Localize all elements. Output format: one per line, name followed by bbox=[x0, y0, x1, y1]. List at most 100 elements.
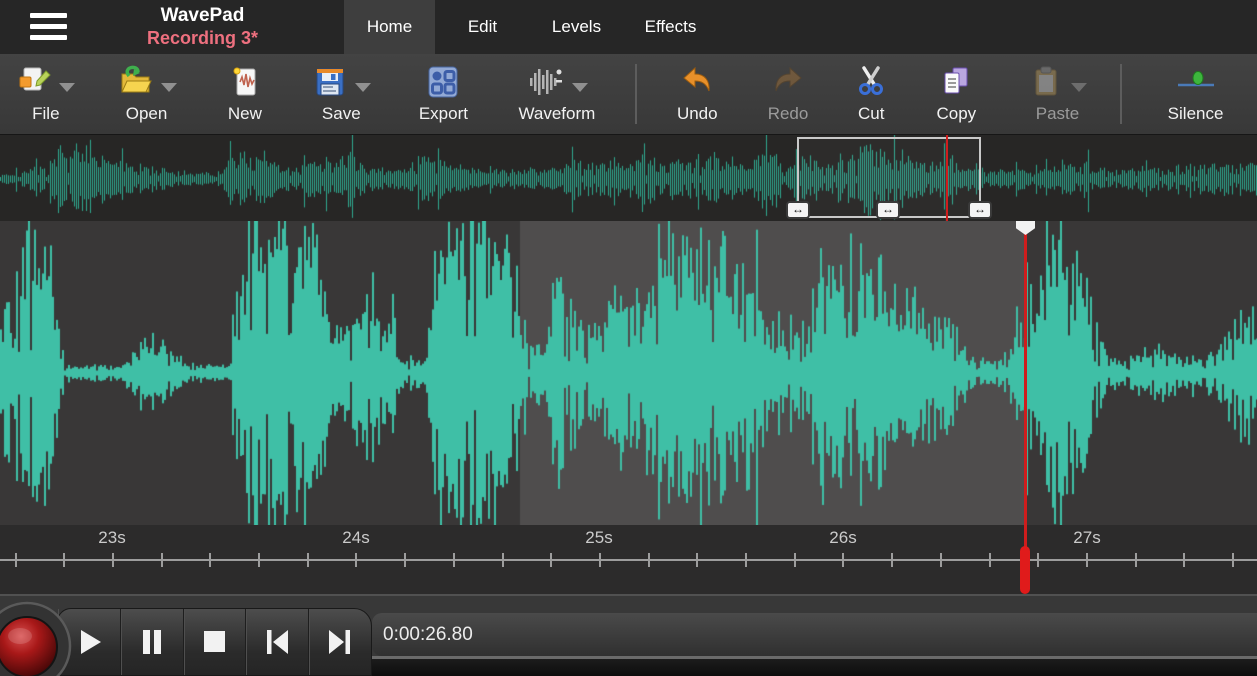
ruler-tick bbox=[306, 553, 309, 567]
skip-to-end-icon bbox=[329, 630, 351, 654]
overview-playhead bbox=[946, 135, 948, 222]
play-icon bbox=[80, 630, 101, 654]
overview-waveform[interactable] bbox=[0, 135, 1257, 222]
paste-button[interactable]: Paste bbox=[1001, 54, 1114, 134]
ruler-tick bbox=[1183, 553, 1186, 567]
skip-back-button[interactable] bbox=[246, 609, 310, 675]
ruler-tick bbox=[598, 553, 601, 567]
copy-icon bbox=[944, 67, 968, 94]
waveform-button[interactable]: Waveform bbox=[493, 54, 622, 134]
transport-bottom-strip bbox=[372, 659, 1257, 676]
undo-button[interactable]: Undo bbox=[649, 54, 745, 134]
redo-icon bbox=[775, 66, 802, 92]
ruler-tick bbox=[842, 553, 845, 567]
open-button[interactable]: Open bbox=[92, 54, 202, 134]
ruler-tick bbox=[258, 553, 260, 567]
toolbar-separator bbox=[635, 64, 638, 124]
new-file-icon bbox=[233, 67, 256, 96]
main-waveform[interactable] bbox=[0, 221, 1257, 525]
ruler-tick bbox=[696, 553, 699, 567]
time-label: 26s bbox=[829, 528, 857, 547]
ruler-tick bbox=[939, 553, 942, 567]
menu-icon[interactable] bbox=[30, 13, 67, 41]
selection-resize-handle[interactable]: ↔ bbox=[786, 201, 810, 219]
ruler-tick bbox=[404, 553, 407, 567]
undo-icon bbox=[683, 66, 710, 92]
tab-edit[interactable]: Edit bbox=[435, 0, 530, 54]
timeline-ruler[interactable]: 23s 24s 25s 26s 27s bbox=[0, 525, 1257, 596]
time-label: 25s bbox=[585, 528, 613, 547]
ruler-tick bbox=[14, 553, 17, 567]
tab-bar: Home Edit Levels Effects bbox=[344, 0, 718, 54]
ruler-line bbox=[0, 559, 1257, 561]
skip-to-start-icon bbox=[267, 630, 289, 654]
tab-levels[interactable]: Levels bbox=[530, 0, 623, 54]
tab-effects[interactable]: Effects bbox=[623, 0, 718, 54]
new-button[interactable]: New bbox=[201, 54, 288, 134]
ruler-tick bbox=[209, 553, 212, 567]
ruler-tick bbox=[452, 553, 455, 567]
transport-buttons bbox=[57, 608, 372, 676]
time-label: 24s bbox=[342, 528, 370, 547]
header-bar: WavePad Recording 3* Home Edit Levels Effec… bbox=[0, 0, 1257, 54]
record-icon bbox=[0, 601, 72, 676]
chevron-down-icon[interactable] bbox=[354, 82, 371, 92]
silence-icon bbox=[1177, 71, 1214, 87]
record-button[interactable] bbox=[0, 598, 75, 676]
stop-button[interactable] bbox=[184, 609, 247, 675]
time-display: 0:00:26.80 bbox=[383, 624, 473, 645]
file-icon bbox=[19, 67, 52, 91]
ruler-tick bbox=[988, 553, 991, 567]
ruler-tick bbox=[793, 553, 796, 567]
ruler-tick bbox=[160, 553, 163, 567]
chevron-down-icon[interactable] bbox=[59, 82, 76, 92]
save-button[interactable]: Save bbox=[288, 54, 394, 134]
ruler-tick bbox=[1232, 553, 1234, 567]
document-title: Recording 3* bbox=[146, 28, 259, 48]
chevron-down-icon[interactable] bbox=[572, 82, 589, 92]
silence-button[interactable]: Silence bbox=[1134, 54, 1257, 134]
ruler-tick bbox=[501, 553, 504, 567]
toolbar: File Open New Save Export Waveform Undo … bbox=[0, 54, 1257, 136]
paste-icon bbox=[1035, 66, 1057, 96]
skip-forward-button[interactable] bbox=[309, 609, 371, 675]
main-waveform-view bbox=[0, 221, 1257, 525]
copy-button[interactable]: Copy bbox=[912, 54, 1001, 134]
ruler-tick bbox=[63, 553, 66, 567]
playhead-line bbox=[1024, 231, 1027, 525]
export-button[interactable]: Export bbox=[394, 54, 492, 134]
ruler-tick bbox=[355, 553, 358, 567]
tab-home[interactable]: Home bbox=[344, 0, 435, 54]
ruler-tick bbox=[1134, 553, 1137, 567]
overview-strip: ↔ ↔ ↔ bbox=[0, 134, 1257, 222]
waveform-icon bbox=[530, 69, 563, 95]
ruler-tick bbox=[647, 553, 650, 567]
cut-button[interactable]: Cut bbox=[831, 54, 912, 134]
time-label: 23s bbox=[98, 528, 126, 547]
wavepad-window: WavePad Recording 3* Home Edit Levels Effec… bbox=[0, 0, 1257, 676]
chevron-down-icon[interactable] bbox=[161, 82, 178, 92]
stop-icon bbox=[204, 631, 226, 652]
selection-resize-handle[interactable]: ↔ bbox=[876, 201, 900, 219]
chevron-down-icon[interactable] bbox=[1070, 82, 1087, 92]
ruler-tick bbox=[1037, 553, 1040, 567]
open-folder-icon bbox=[121, 65, 152, 93]
title-block: WavePad Recording 3* bbox=[110, 4, 295, 50]
file-button[interactable]: File bbox=[0, 54, 92, 134]
selection-resize-handle[interactable]: ↔ bbox=[968, 201, 992, 219]
time-label: 27s bbox=[1073, 528, 1101, 547]
time-bar bbox=[372, 613, 1257, 656]
export-icon bbox=[428, 66, 458, 98]
save-icon bbox=[316, 68, 344, 96]
toolbar-separator bbox=[1120, 64, 1123, 124]
ruler-tick bbox=[550, 553, 553, 567]
timeline-playhead-marker[interactable] bbox=[1020, 546, 1030, 594]
pause-button[interactable] bbox=[121, 609, 184, 675]
ruler-tick bbox=[1085, 553, 1088, 567]
ruler-tick bbox=[745, 553, 747, 567]
transport-bar: 0:00:26.80 bbox=[0, 596, 1257, 676]
app-title: WavePad bbox=[160, 5, 245, 26]
redo-button[interactable]: Redo bbox=[745, 54, 830, 134]
cut-icon bbox=[859, 66, 884, 95]
pause-icon bbox=[142, 630, 161, 654]
